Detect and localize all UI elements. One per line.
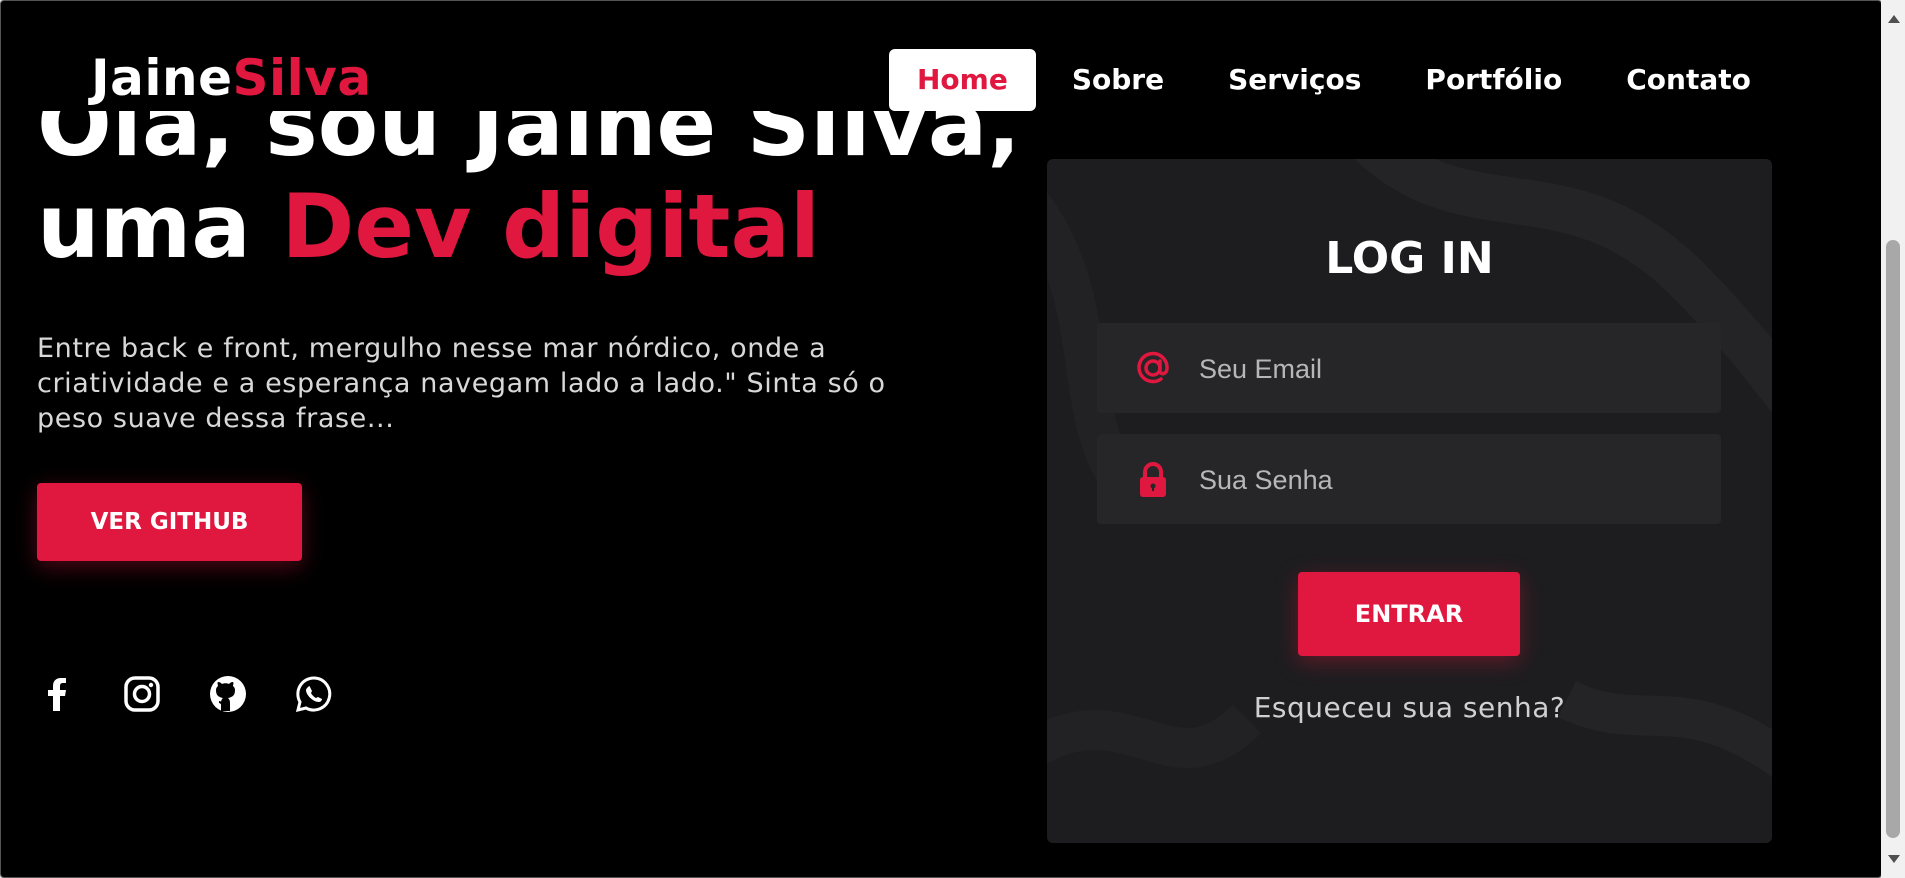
forgot-password-link[interactable]: Esqueceu sua senha? [1047,691,1772,724]
scroll-up-icon[interactable] [1888,15,1900,23]
whatsapp-icon[interactable] [289,669,339,719]
logo-first-name: Jaine [91,49,233,107]
login-title: LOG IN [1325,233,1494,284]
nav-item-contato[interactable]: Contato [1598,49,1779,111]
password-input[interactable] [1197,434,1701,526]
password-field [1097,434,1721,526]
email-field [1097,323,1721,415]
hero-title-line-1: Olá, sou Jaine Silva, [37,111,1021,176]
browser-viewport: JaineSilva Home Sobre Serviços Portfólio… [0,0,1882,878]
submit-button[interactable]: ENTRAR [1298,572,1520,656]
nav-item-portfolio[interactable]: Portfólio [1397,49,1590,111]
scroll-thumb[interactable] [1886,240,1900,838]
nav-item-home[interactable]: Home [889,49,1036,111]
hero-description: Entre back e front, mergulho nesse mar n… [37,333,886,434]
hero-title-line-2: uma Dev digital [37,175,821,278]
email-input[interactable] [1197,323,1701,415]
at-icon [1133,348,1173,388]
scroll-down-icon[interactable] [1888,855,1900,863]
login-card: LOG IN ENTRAR Esqueceu sua senha? [1047,159,1772,843]
instagram-icon[interactable] [117,669,167,719]
vertical-scrollbar[interactable] [1881,0,1905,878]
hero-title-accent: Dev digital [281,175,821,278]
hero-title: Olá, sou Jaine Silva, uma Dev digital [37,111,1021,275]
github-icon[interactable] [203,669,253,719]
nav-item-servicos[interactable]: Serviços [1200,49,1389,111]
nav-item-sobre[interactable]: Sobre [1044,49,1192,111]
logo-last-name: Silva [232,49,372,107]
lock-icon [1133,459,1173,499]
github-button[interactable]: VER GITHUB [37,483,302,561]
facebook-icon[interactable] [31,669,81,719]
social-links [31,669,339,719]
logo[interactable]: JaineSilva [91,49,372,107]
main-nav: Home Sobre Serviços Portfólio Contato [889,49,1779,111]
